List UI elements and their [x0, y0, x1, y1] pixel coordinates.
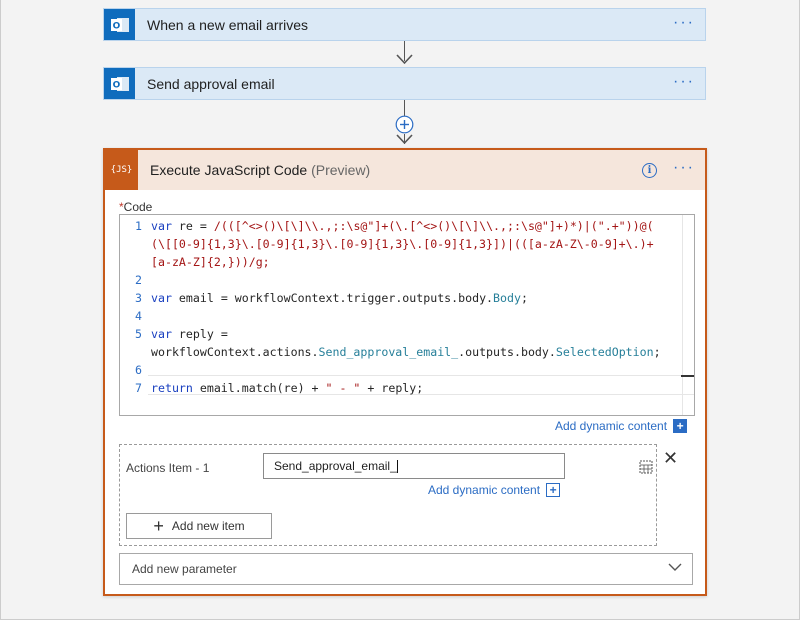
add-new-item-label: Add new item: [171, 519, 245, 533]
code-token: SelectedOption: [555, 345, 654, 359]
code-label: *Code: [119, 200, 152, 214]
code-token: var: [151, 327, 172, 341]
code-label-text: Code: [123, 200, 153, 214]
add-new-item-button[interactable]: + Add new item: [126, 513, 272, 539]
action-menu-button[interactable]: ···: [673, 160, 695, 177]
line-number: 6: [135, 363, 142, 377]
table-icon[interactable]: [639, 458, 653, 474]
add-dynamic-content-text: Add dynamic content: [428, 483, 541, 497]
code-token: workflowContext.actions.: [151, 345, 319, 359]
actions-array-editor: Actions Item - 1 Send_approval_email_ Ad…: [119, 444, 657, 546]
code-token: " - ": [325, 381, 361, 395]
code-editor[interactable]: 1 var re = /(([^<>()\[\]\\.,;:\s@"]+(\.[^…: [119, 214, 695, 416]
plus-icon: +: [546, 483, 561, 497]
code-token: Send_approval_email_: [318, 345, 459, 359]
line-number: 7: [135, 381, 142, 395]
line-number: 4: [135, 309, 142, 323]
trigger-step-menu-button[interactable]: ···: [673, 14, 695, 32]
code-add-dynamic-content-link[interactable]: Add dynamic content +: [555, 419, 688, 433]
actions-item-value: Send_approval_email_: [274, 459, 397, 473]
code-token: email = workflowContext.trigger.outputs.…: [171, 291, 494, 305]
execute-javascript-header[interactable]: {JS} Execute JavaScript Code (Preview) i…: [105, 150, 705, 190]
code-token: reply =: [171, 327, 228, 341]
connector-line: [404, 100, 405, 116]
line-number: 5: [135, 327, 142, 341]
code-text: var re = /(([^<>()\[\]\\.,;:\s@"]+(\.[^<…: [151, 217, 654, 235]
action-title-text: Execute JavaScript Code: [150, 162, 308, 178]
javascript-icon: {JS}: [105, 150, 138, 190]
svg-text:O: O: [112, 80, 120, 90]
code-token: email.match(re) +: [192, 381, 326, 395]
editor-scroll-thumb[interactable]: [681, 375, 694, 377]
code-token: Body: [493, 291, 521, 305]
plus-icon: +: [673, 419, 688, 433]
outlook-icon: O: [104, 9, 135, 40]
arrow-down-icon: [396, 134, 413, 145]
line-number: 2: [135, 273, 142, 287]
line-number: 3: [135, 291, 142, 305]
actions-item-input[interactable]: Send_approval_email_: [263, 453, 565, 479]
code-token: (\[[0-9]{1,3}\.[0-9]{1,3}\.[0-9]{1,3}\.[…: [151, 237, 654, 251]
code-token: var: [151, 291, 172, 305]
svg-text:O: O: [112, 21, 120, 31]
add-new-parameter-label: Add new parameter: [132, 562, 237, 576]
execute-javascript-card: {JS} Execute JavaScript Code (Preview) i…: [103, 148, 707, 596]
code-text: var email = workflowContext.trigger.outp…: [151, 289, 528, 307]
code-token: ;: [520, 291, 528, 305]
line-number: 1: [135, 219, 142, 233]
insert-step-plus-icon[interactable]: [395, 115, 414, 134]
trigger-step-title: When a new email arrives: [147, 16, 309, 33]
code-text: (\[[0-9]{1,3}\.[0-9]{1,3}\.[0-9]{1,3}\.[…: [151, 235, 654, 253]
code-text: var reply =: [151, 325, 228, 343]
approval-step-card[interactable]: O Send approval email ···: [103, 67, 706, 100]
code-token: [a-zA-Z]{2,}))/g;: [151, 255, 270, 269]
trigger-step-card[interactable]: O When a new email arrives ···: [103, 8, 706, 41]
editor-scrollbar[interactable]: [682, 215, 694, 415]
approval-step-title: Send approval email: [147, 75, 275, 92]
code-token: ;: [653, 345, 661, 359]
add-dynamic-content-text: Add dynamic content: [555, 419, 668, 433]
code-text: workflowContext.actions.Send_approval_em…: [151, 343, 661, 361]
execute-javascript-title: Execute JavaScript Code (Preview): [150, 162, 642, 178]
outlook-icon: O: [104, 68, 135, 99]
chevron-down-icon: [668, 563, 682, 571]
preview-badge: (Preview): [311, 162, 371, 178]
info-icon[interactable]: i: [642, 162, 658, 178]
code-text: return email.match(re) + " - " + reply;: [151, 379, 423, 397]
code-text: [a-zA-Z]{2,}))/g;: [151, 253, 270, 271]
code-token: var: [151, 219, 172, 233]
add-new-parameter-dropdown[interactable]: Add new parameter: [119, 553, 693, 585]
plus-icon: +: [153, 515, 164, 536]
arrow-down-icon: [396, 54, 413, 65]
actions-item-label: Actions Item - 1: [126, 461, 210, 475]
item-add-dynamic-content-link[interactable]: Add dynamic content +: [428, 483, 561, 497]
approval-step-menu-button[interactable]: ···: [673, 73, 695, 91]
code-token: /(([^<>()\[\]\\.,;:\s@"]+(\.[^<>()\[\]\\…: [213, 219, 654, 233]
code-token: .outputs.body.: [458, 345, 556, 359]
code-token: + reply;: [360, 381, 424, 395]
code-token: return: [151, 381, 193, 395]
code-token: re =: [171, 219, 214, 233]
close-icon[interactable]: ✕: [663, 448, 678, 469]
